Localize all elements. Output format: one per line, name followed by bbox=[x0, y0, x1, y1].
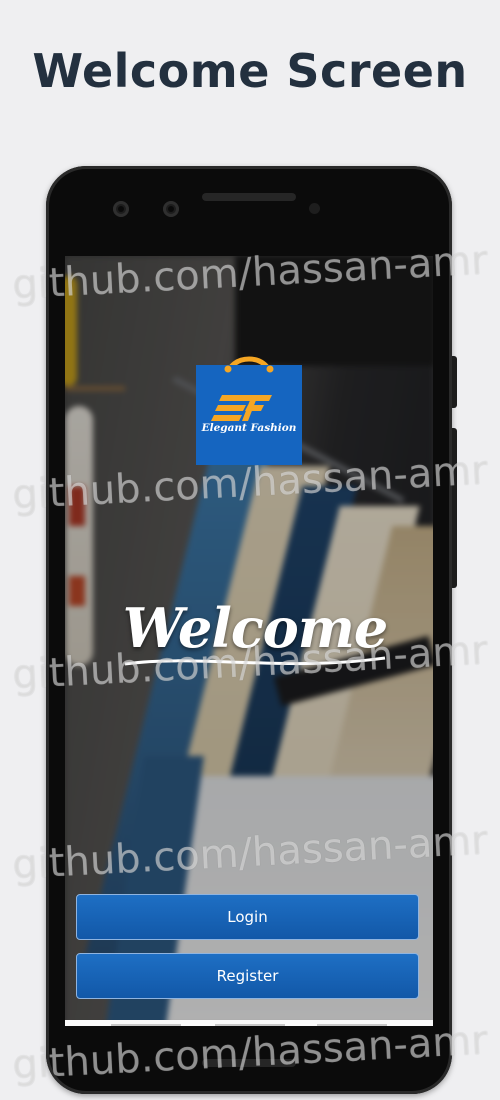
logo-text: Elegant Fashion bbox=[201, 422, 297, 434]
app-screen: Elegant Fashion Welcome Login Register bbox=[65, 256, 433, 1026]
front-camera-icon bbox=[113, 201, 129, 217]
front-camera-icon bbox=[163, 201, 179, 217]
welcome-text: Welcome bbox=[122, 596, 389, 660]
shopping-bag-logo-icon bbox=[196, 356, 302, 465]
login-button[interactable]: Login bbox=[76, 894, 419, 940]
navigation-bar bbox=[65, 1020, 433, 1026]
phone-frame: Elegant Fashion Welcome Login Register bbox=[46, 166, 457, 1094]
earpiece-speaker bbox=[202, 193, 296, 201]
register-button[interactable]: Register bbox=[76, 953, 419, 999]
welcome-heading: Welcome bbox=[105, 596, 405, 674]
volume-button bbox=[452, 428, 457, 588]
bottom-speaker bbox=[202, 1059, 296, 1067]
proximity-sensor bbox=[309, 203, 320, 214]
page-title: Welcome Screen bbox=[32, 44, 468, 98]
power-button bbox=[452, 356, 457, 408]
